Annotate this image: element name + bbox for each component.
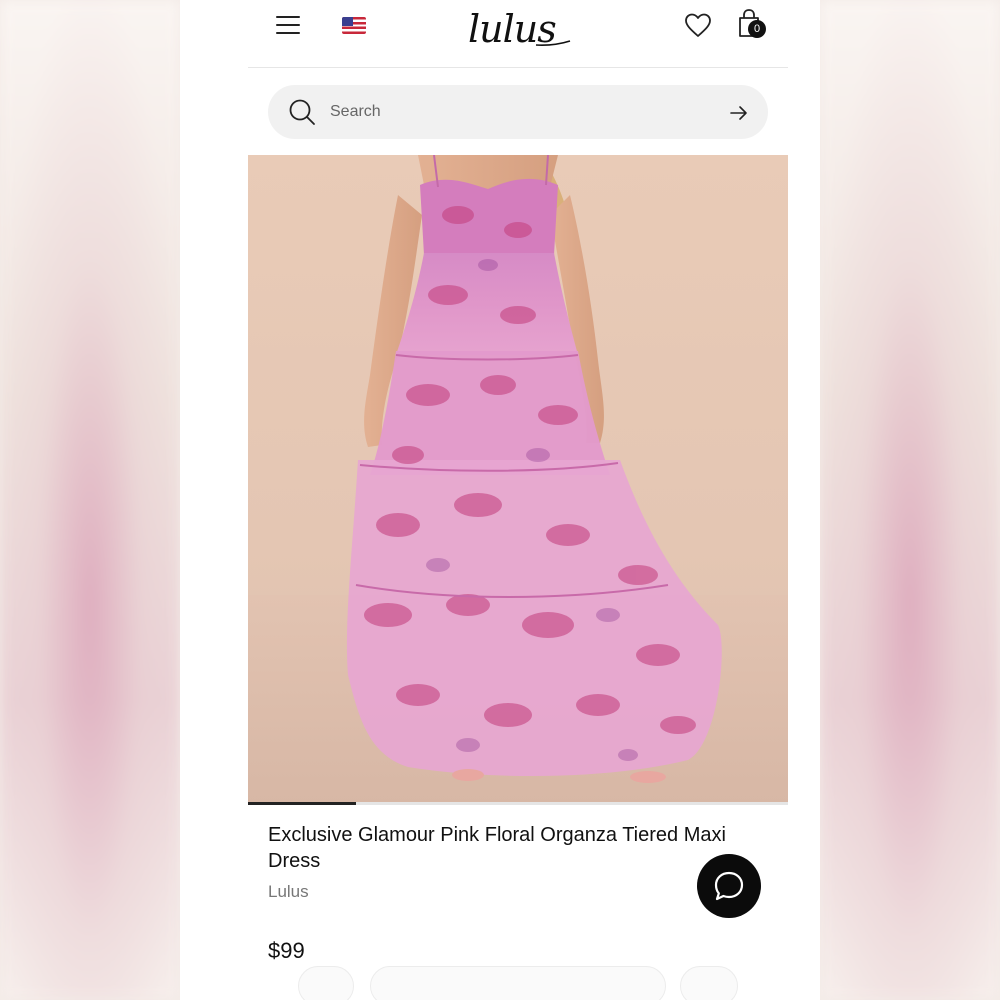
search-bar[interactable] [268, 85, 768, 139]
bottom-bar-button-right[interactable] [680, 966, 738, 1000]
chat-button[interactable] [697, 854, 761, 918]
bottom-bar-button-center[interactable] [370, 966, 666, 1000]
us-flag-icon[interactable] [342, 17, 366, 34]
dress-photo [346, 155, 722, 783]
search-input[interactable] [330, 97, 710, 127]
mobile-page: lulus 0 Search Exclusive Glamour Pink Fl… [180, 0, 820, 1000]
product-title: Exclusive Glamour Pink Floral Organza Ti… [268, 824, 726, 872]
product-image[interactable] [248, 155, 788, 805]
site-header: lulus 0 [248, 0, 788, 68]
gallery-progress-track [248, 802, 788, 805]
bottom-action-bar [248, 966, 788, 1000]
cart-count-badge: 0 [748, 20, 766, 38]
blurred-backdrop-left [0, 0, 180, 1000]
search-icon[interactable] [288, 98, 316, 126]
product-brand[interactable]: Lulus [268, 882, 309, 902]
lulus-logo[interactable]: lulus [466, 2, 576, 52]
gallery-progress-fill [248, 802, 356, 805]
heart-icon[interactable] [684, 12, 712, 38]
product-price: $99 [268, 938, 305, 963]
hamburger-menu-icon[interactable] [276, 14, 302, 36]
chat-bubble-icon [714, 871, 744, 901]
arrow-right-icon[interactable] [728, 102, 750, 124]
blurred-backdrop-right [820, 0, 1000, 1000]
bottom-bar-button-left[interactable] [298, 966, 354, 1000]
